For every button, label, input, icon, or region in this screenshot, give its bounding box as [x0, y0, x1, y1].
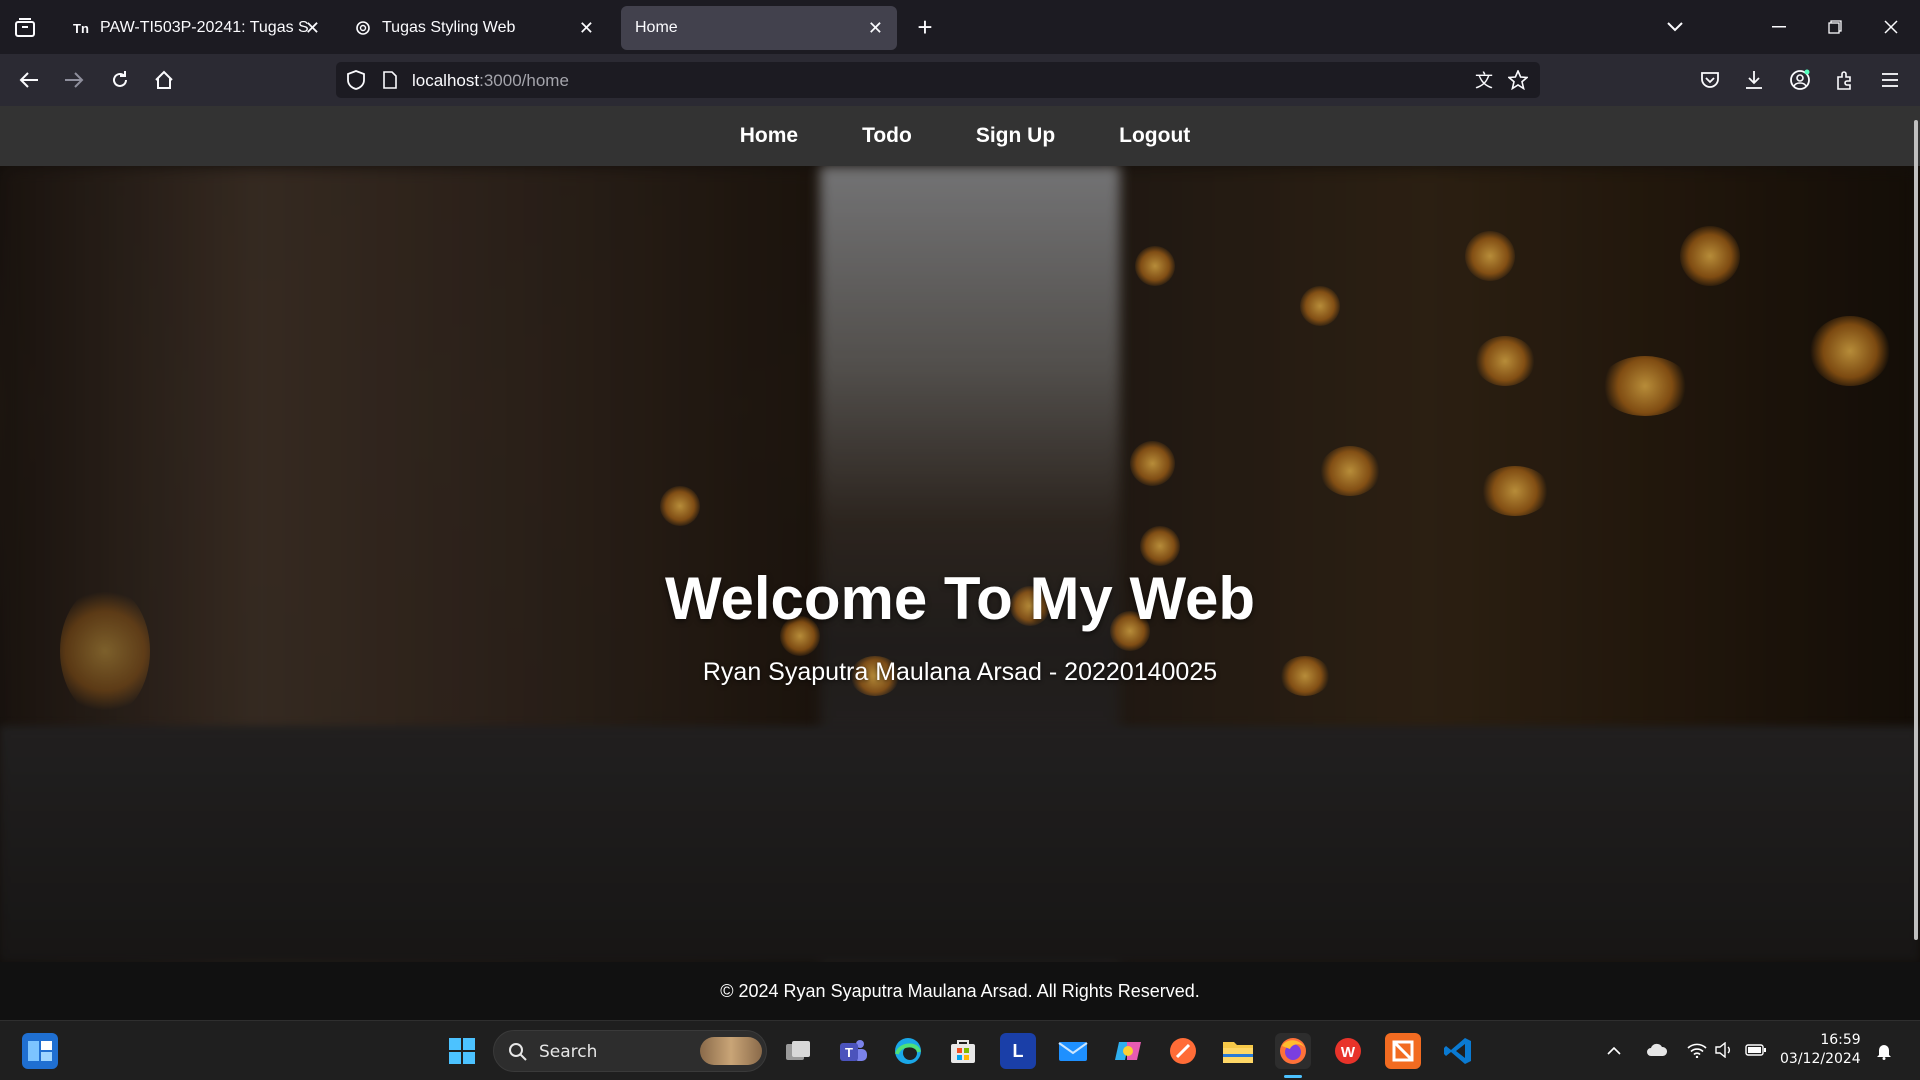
chatgpt-icon: [354, 19, 372, 37]
clock-date: 03/12/2024: [1780, 1051, 1861, 1067]
vscode-icon[interactable]: [1440, 1033, 1476, 1069]
close-window-icon[interactable]: [1878, 14, 1904, 40]
postman-icon[interactable]: [1165, 1033, 1201, 1069]
back-icon[interactable]: [16, 67, 42, 93]
close-icon[interactable]: ✕: [868, 18, 883, 39]
onedrive-icon[interactable]: [1645, 1040, 1669, 1060]
bookmark-star-icon[interactable]: [1506, 68, 1530, 92]
file-explorer-icon[interactable]: [1220, 1033, 1256, 1069]
browser-toolbar: localhost:3000/home 文: [0, 54, 1920, 106]
new-tab-icon[interactable]: +: [912, 12, 938, 42]
pocket-icon[interactable]: [1697, 67, 1723, 93]
page-icon: [378, 68, 402, 92]
download-icon[interactable]: [1741, 67, 1767, 93]
search-icon: [509, 1043, 527, 1061]
tab-label: PAW-TI503P-20241: Tugas Stylin: [100, 19, 310, 36]
taskbar-search[interactable]: Search: [493, 1030, 767, 1072]
clock-time: 16:59: [1820, 1032, 1861, 1048]
hero-title: Welcome To My Web: [664, 565, 1256, 632]
wifi-icon[interactable]: [1686, 1040, 1708, 1060]
nav-home-link[interactable]: Home: [740, 124, 798, 148]
account-icon[interactable]: [1787, 67, 1813, 93]
xampp-icon[interactable]: [1385, 1033, 1421, 1069]
firefox-icon[interactable]: [1275, 1033, 1311, 1069]
restore-icon[interactable]: [1822, 14, 1848, 40]
close-icon[interactable]: ✕: [579, 18, 594, 39]
tab-overview-icon[interactable]: [12, 16, 38, 40]
notification-bell-icon[interactable]: [1874, 1040, 1894, 1062]
web-page: Home Todo Sign Up Logout Welcome To My W…: [0, 106, 1920, 1020]
tab-paw[interactable]: Tn PAW-TI503P-20241: Tugas Stylin ✕: [58, 6, 324, 50]
svg-text:W: W: [1341, 1044, 1356, 1061]
forward-icon[interactable]: [61, 67, 87, 93]
mail-icon[interactable]: [1055, 1033, 1091, 1069]
search-label: Search: [539, 1042, 598, 1062]
reload-icon[interactable]: [107, 67, 133, 93]
translate-icon[interactable]: 文: [1472, 68, 1496, 92]
site-nav: Home Todo Sign Up Logout: [0, 106, 1920, 166]
taskbar: Search T L W 16:59 03/12/2024: [0, 1020, 1920, 1080]
site-footer: © 2024 Ryan Syaputra Maulana Arsad. All …: [0, 962, 1920, 1020]
home-icon[interactable]: [151, 67, 177, 93]
chevron-down-icon[interactable]: [1662, 14, 1688, 40]
chevron-up-icon[interactable]: [1604, 1041, 1624, 1061]
url-bar[interactable]: localhost:3000/home 文: [336, 62, 1540, 98]
teams-icon[interactable]: T: [835, 1033, 871, 1069]
tab-tugas-styling[interactable]: Tugas Styling Web ✕: [340, 6, 608, 50]
taskbar-clock[interactable]: 16:59 03/12/2024: [1780, 1031, 1861, 1069]
search-highlight-icon: [700, 1037, 762, 1065]
shield-icon[interactable]: [344, 68, 368, 92]
url-host: localhost: [412, 71, 480, 90]
minimize-icon[interactable]: [1766, 14, 1792, 40]
hero-subtitle: Ryan Syaputra Maulana Arsad - 2022014002…: [702, 658, 1218, 686]
start-windows-icon[interactable]: [444, 1033, 480, 1069]
tab-label: Home: [635, 19, 678, 36]
volume-icon[interactable]: [1714, 1040, 1736, 1060]
copilot-icon[interactable]: [1110, 1033, 1146, 1069]
footer-text: © 2024 Ryan Syaputra Maulana Arsad. All …: [720, 980, 1200, 1001]
wps-office-icon[interactable]: W: [1330, 1033, 1366, 1069]
tab-home[interactable]: Home ✕: [621, 6, 897, 50]
close-icon[interactable]: ✕: [305, 18, 320, 39]
task-view-icon[interactable]: [780, 1033, 816, 1069]
hero-section: Welcome To My Web Ryan Syaputra Maulana …: [0, 166, 1920, 962]
widgets-icon[interactable]: [22, 1033, 58, 1069]
svg-text:T: T: [845, 1045, 853, 1060]
menu-icon[interactable]: [1877, 67, 1903, 93]
browser-tab-bar: Tn PAW-TI503P-20241: Tugas Stylin ✕ Tuga…: [0, 0, 1920, 54]
edge-icon[interactable]: [890, 1033, 926, 1069]
tn-favicon-icon: Tn: [73, 20, 89, 36]
extensions-icon[interactable]: [1832, 67, 1858, 93]
nav-todo-link[interactable]: Todo: [862, 124, 912, 148]
url-text[interactable]: localhost:3000/home: [412, 71, 569, 91]
nav-logout-link[interactable]: Logout: [1119, 124, 1190, 148]
page-scrollbar[interactable]: [1914, 120, 1918, 940]
store-icon[interactable]: [945, 1033, 981, 1069]
l-app-icon[interactable]: L: [1000, 1033, 1036, 1069]
tab-label: Tugas Styling Web: [382, 19, 516, 36]
nav-signup-link[interactable]: Sign Up: [976, 124, 1055, 148]
active-app-indicator: [1284, 1075, 1302, 1078]
url-path: :3000/home: [479, 71, 569, 90]
battery-icon[interactable]: [1744, 1040, 1768, 1060]
